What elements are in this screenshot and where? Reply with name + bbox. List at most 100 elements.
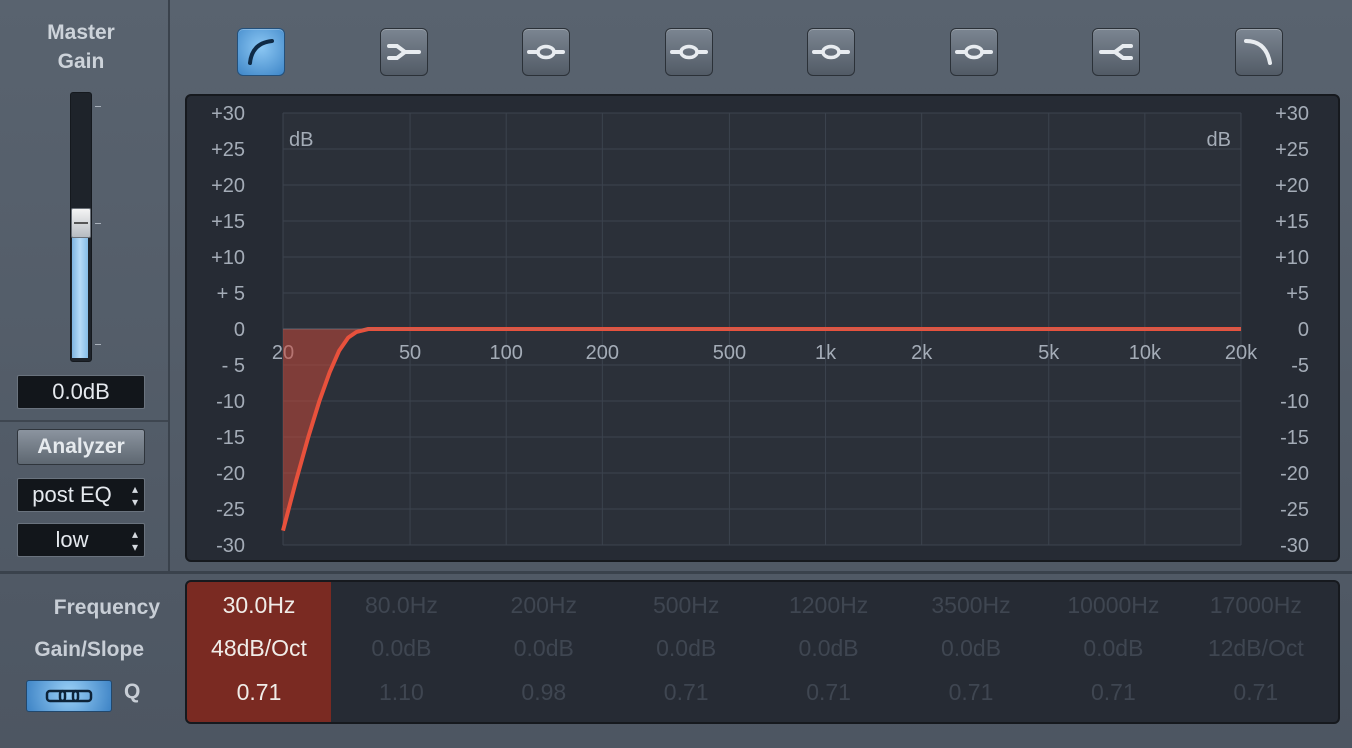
band-q-value[interactable]: 0.71 — [757, 679, 901, 706]
band-q-value[interactable]: 0.71 — [187, 679, 331, 706]
band-gain-value[interactable]: 48dB/Oct — [187, 635, 331, 662]
frequency-row-label: Frequency — [53, 596, 160, 619]
db-label-left: + 5 — [217, 283, 245, 305]
divider — [0, 420, 168, 422]
band-gain-value[interactable]: 0.0dB — [472, 635, 616, 662]
fader-tick — [95, 223, 101, 224]
band-gain-value[interactable]: 0.0dB — [614, 635, 758, 662]
band-q-value[interactable]: 0.71 — [1041, 679, 1185, 706]
band-gain-value[interactable]: 0.0dB — [899, 635, 1043, 662]
parametric-bell-icon — [812, 44, 850, 60]
freq-label: 5k — [1038, 342, 1060, 364]
analyzer-resolution-value: low — [55, 527, 89, 552]
band-type-button[interactable] — [664, 28, 713, 76]
master-gain-value[interactable]: 0.0dB — [17, 375, 145, 409]
band-gain-value[interactable]: 0.0dB — [757, 635, 901, 662]
band-column: 500Hz 0.0dB 0.71 — [614, 582, 758, 722]
band-column: 1200Hz 0.0dB 0.71 — [757, 582, 901, 722]
band-frequency-value[interactable]: 80.0Hz — [329, 592, 473, 619]
band-gain-value[interactable]: 0.0dB — [329, 635, 473, 662]
band-frequency-value[interactable]: 3500Hz — [899, 592, 1043, 619]
band-q-value[interactable]: 0.98 — [472, 679, 616, 706]
band-type-button[interactable] — [1234, 28, 1283, 76]
band-type-button[interactable] — [237, 28, 285, 76]
db-label-left: +10 — [211, 247, 245, 269]
eq-graph-canvas: +30 +25 +20 +15 +10 + 5 0 - 5 -10 -15 -20 -25 -30 +30… — [211, 103, 1309, 557]
analyzer-resolution-select[interactable]: low ▴ ▾ — [17, 523, 145, 557]
parametric-bell-icon — [527, 44, 565, 60]
db-label-left: 0 — [234, 319, 245, 341]
low-cut-icon — [248, 39, 274, 65]
freq-label: 2k — [911, 342, 933, 364]
db-label-right: -25 — [1280, 499, 1309, 521]
band-type-button[interactable] — [807, 28, 855, 76]
analyzer-mode-value: post EQ — [32, 482, 112, 507]
db-label-right: +20 — [1275, 175, 1309, 197]
band-column: 200Hz 0.0dB 0.98 — [472, 582, 616, 722]
fader-tick — [95, 106, 101, 107]
db-label-right: +25 — [1275, 139, 1309, 161]
band-type-button[interactable] — [949, 28, 998, 76]
db-label-left: -15 — [216, 427, 245, 449]
band-gain-value[interactable]: 12dB/Oct — [1184, 635, 1328, 662]
db-label-left: - 5 — [222, 355, 245, 377]
band-parameters: 30.0Hz 48dB/Oct 0.71 80.0Hz 0.0dB 1.10 200Hz 0.… — [185, 580, 1340, 724]
stepper-arrows-icon: ▴ ▾ — [131, 482, 138, 509]
freq-label: 1k — [815, 342, 837, 364]
band-q-value[interactable]: 1.10 — [329, 679, 473, 706]
link-icon — [45, 689, 93, 703]
db-label-left: -30 — [216, 535, 245, 557]
band-q-value[interactable]: 0.71 — [899, 679, 1043, 706]
db-unit-label-left: dB — [289, 129, 313, 151]
analyzer-mode-select[interactable]: post EQ ▴ ▾ — [17, 478, 145, 512]
freq-label: 100 — [490, 342, 523, 364]
freq-label: 10k — [1129, 342, 1162, 364]
freq-label: 50 — [399, 342, 421, 364]
db-unit-label-right: dB — [1207, 129, 1231, 151]
band-frequency-value[interactable]: 10000Hz — [1041, 592, 1185, 619]
analyzer-button[interactable]: Analyzer — [17, 429, 145, 465]
db-label-left: -25 — [216, 499, 245, 521]
band-frequency-value[interactable]: 200Hz — [472, 592, 616, 619]
db-label-left: -10 — [216, 391, 245, 413]
master-title-line2: Gain — [57, 50, 105, 73]
db-label-left: +15 — [211, 211, 245, 233]
db-label-left: +30 — [211, 103, 245, 125]
band-column: 80.0Hz 0.0dB 1.10 — [329, 582, 473, 722]
freq-label: 200 — [586, 342, 619, 364]
band-column: 30.0Hz 48dB/Oct 0.71 — [187, 582, 331, 722]
db-label-right: +10 — [1275, 247, 1309, 269]
db-label-right: -5 — [1291, 355, 1309, 377]
band-frequency-value[interactable]: 30.0Hz — [187, 592, 331, 619]
master-title-line1: Master — [47, 21, 115, 44]
band-q-value[interactable]: 0.71 — [614, 679, 758, 706]
master-gain-fader-fill — [72, 232, 88, 358]
db-label-right: +5 — [1286, 283, 1309, 305]
gain-slope-row-label: Gain/Slope — [34, 638, 144, 661]
master-gain-fader-handle[interactable] — [71, 208, 91, 238]
band-gain-value[interactable]: 0.0dB — [1041, 635, 1185, 662]
q-row-label: Q — [124, 680, 141, 703]
band-type-button[interactable] — [379, 28, 428, 76]
band-frequency-value[interactable]: 1200Hz — [757, 592, 901, 619]
band-type-button[interactable] — [1092, 28, 1140, 76]
band-frequency-value[interactable]: 500Hz — [614, 592, 758, 619]
high-shelf-icon — [1099, 44, 1133, 60]
parametric-bell-icon — [669, 44, 708, 60]
band-type-button[interactable] — [522, 28, 570, 76]
band-frequency-value[interactable]: 17000Hz — [1184, 592, 1328, 619]
freq-label: 20k — [1225, 342, 1258, 364]
db-label-right: -10 — [1280, 391, 1309, 413]
band-column: 17000Hz 12dB/Oct 0.71 — [1184, 582, 1328, 722]
parametric-bell-icon — [954, 44, 993, 60]
band-q-value[interactable]: 0.71 — [1184, 679, 1328, 706]
q-couple-button[interactable] — [26, 680, 112, 712]
band-column: 10000Hz 0.0dB 0.71 — [1041, 582, 1185, 722]
db-label-right: 0 — [1298, 319, 1309, 341]
db-label-right: +15 — [1275, 211, 1309, 233]
freq-label: 500 — [713, 342, 746, 364]
eq-graph[interactable]: +30 +25 +20 +15 +10 + 5 0 - 5 -10 -15 -20 -25 -30 +30… — [185, 94, 1340, 562]
db-label-left: -20 — [216, 463, 245, 485]
db-label-left: +20 — [211, 175, 245, 197]
master-gain-title: Master Gain — [0, 18, 162, 76]
